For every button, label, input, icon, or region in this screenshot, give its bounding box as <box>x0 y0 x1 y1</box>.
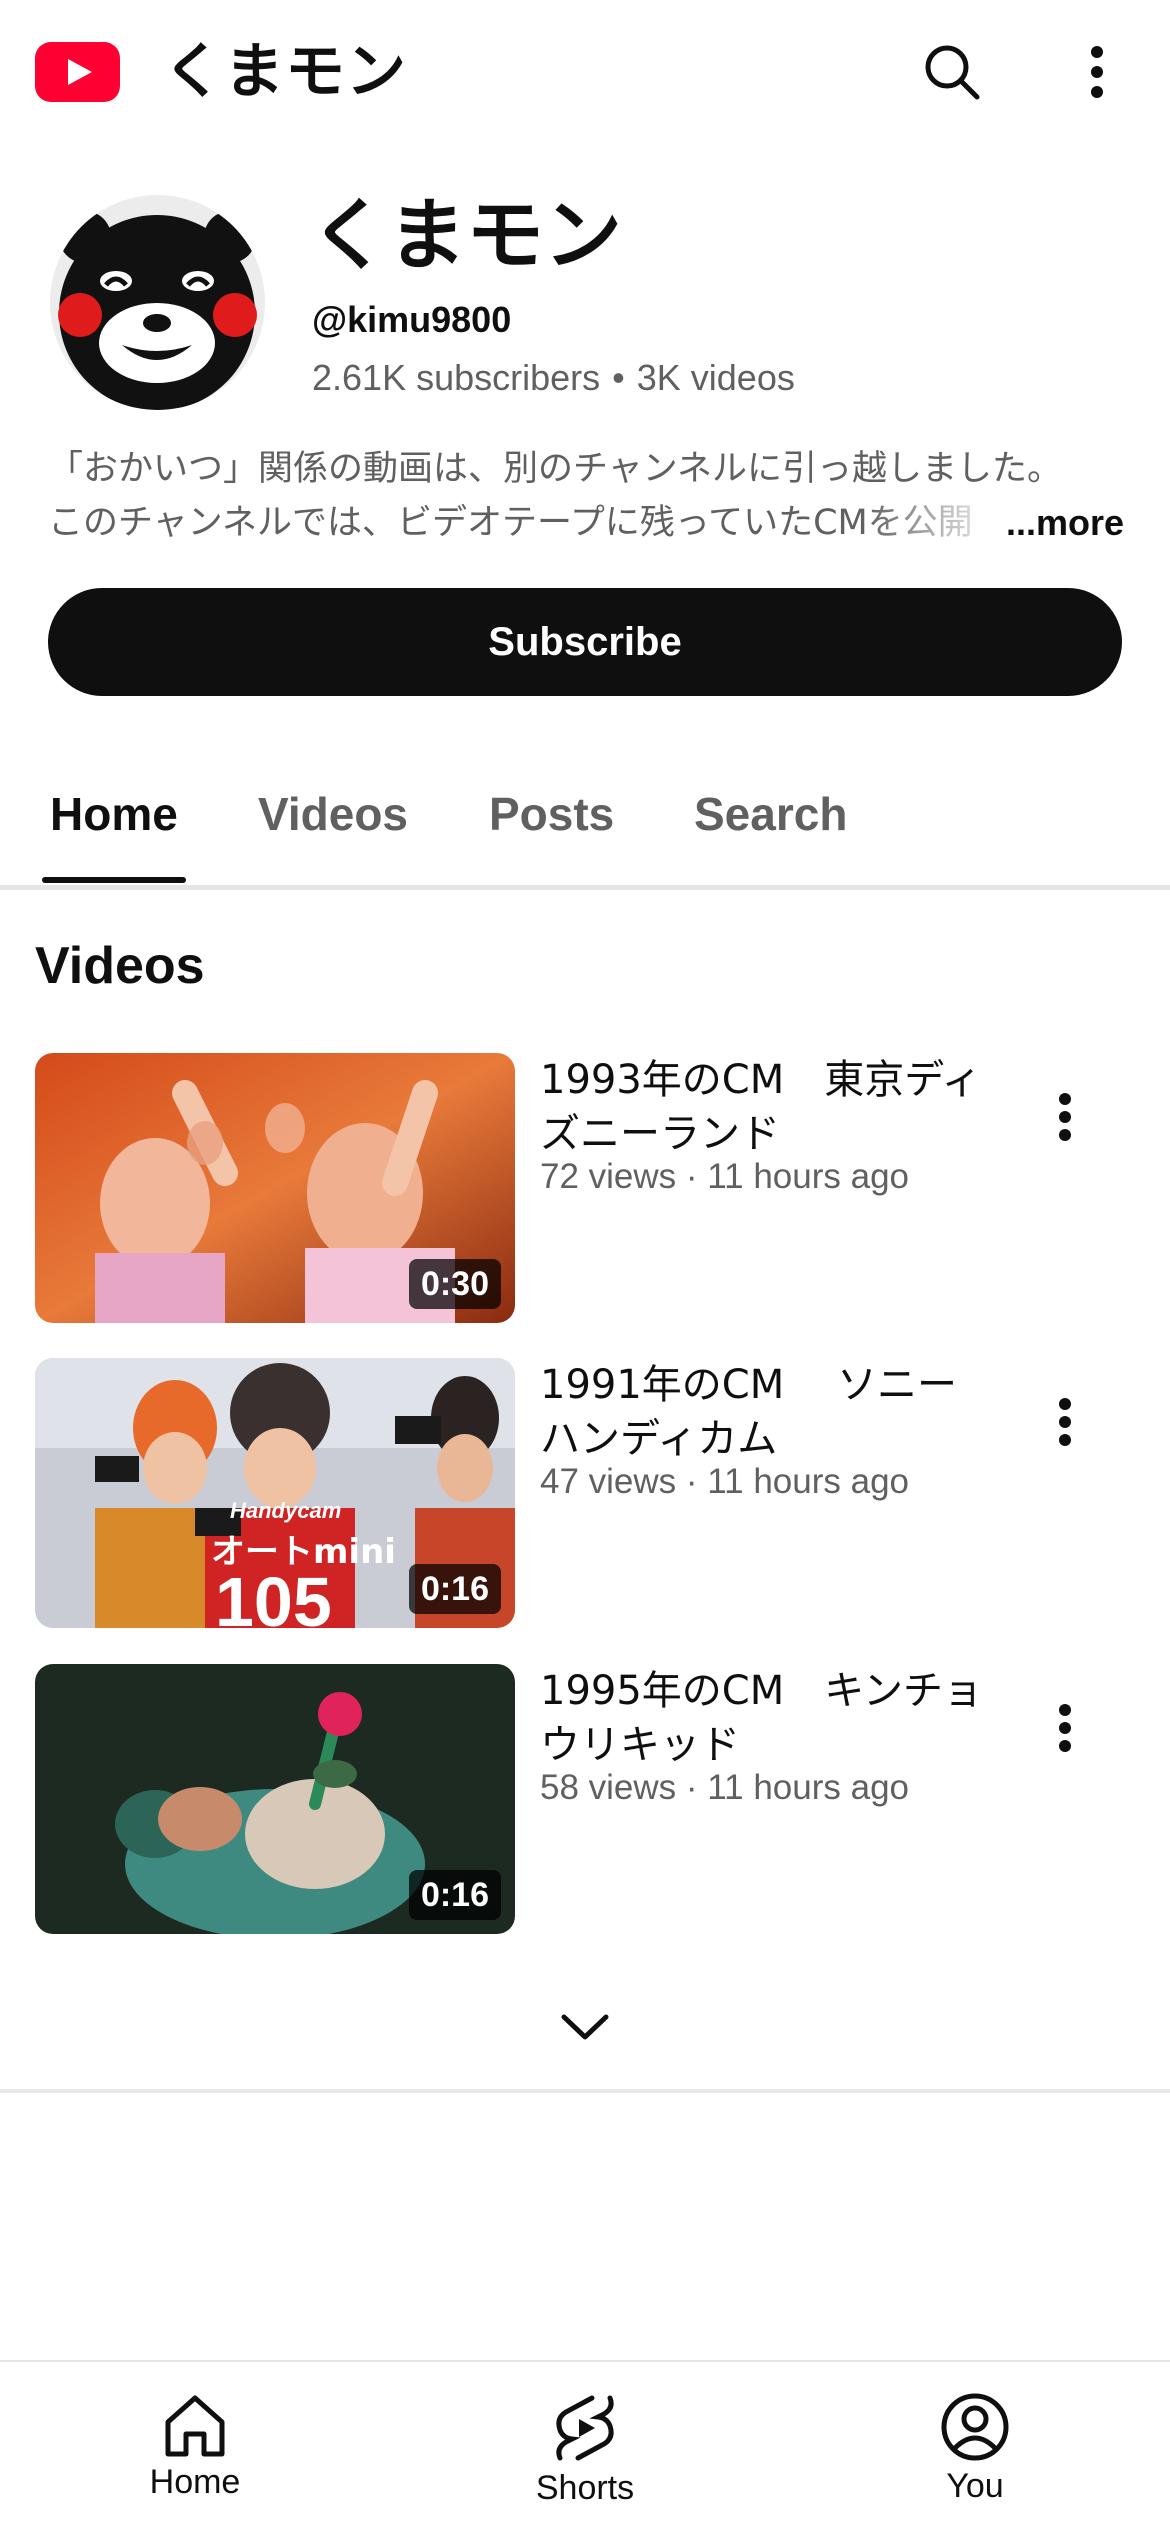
home-icon <box>165 2395 225 2457</box>
video-item[interactable]: 0:16 1995年のCM キンチョウリキッド 58 views · 11 ho… <box>35 1664 1135 1934</box>
more-options-button[interactable] <box>1057 32 1137 112</box>
active-tab-indicator <box>42 877 186 883</box>
channel-tabs: Home Videos Posts Search <box>0 740 1170 890</box>
video-more-button[interactable] <box>1035 1390 1095 1454</box>
video-meta: 47 views · 11 hours ago <box>540 1462 910 1501</box>
video-meta: 58 views · 11 hours ago <box>540 1768 910 1807</box>
more-vert-icon <box>1091 46 1103 98</box>
video-more-button[interactable] <box>1035 1085 1095 1149</box>
subscriber-count: 2.61K subscribers <box>312 357 601 398</box>
section-title: Videos <box>35 937 205 995</box>
channel-avatar[interactable] <box>50 195 265 410</box>
tab-videos[interactable]: Videos <box>258 786 408 842</box>
stats-separator: • <box>612 357 625 398</box>
svg-text:105: 105 <box>215 1563 332 1628</box>
video-thumbnail[interactable]: Handycam オートmini 105 0:16 <box>35 1358 515 1628</box>
video-thumbnail[interactable]: 0:30 <box>35 1053 515 1323</box>
section-divider <box>0 2089 1170 2093</box>
youtube-logo-icon[interactable] <box>35 42 120 102</box>
nav-home[interactable]: Home <box>95 2392 295 2522</box>
video-title[interactable]: 1995年のCM キンチョウリキッド <box>540 1664 990 1772</box>
video-item[interactable]: 0:30 1993年のCM 東京ディズニーランド 72 views · 11 h… <box>35 1053 1135 1323</box>
bottom-navigation: Home Shorts You <box>0 2360 1170 2532</box>
search-button[interactable] <box>912 32 992 112</box>
video-title[interactable]: 1993年のCM 東京ディズニーランド <box>540 1053 990 1161</box>
more-vert-icon <box>1059 1093 1071 1141</box>
svg-text:Handycam: Handycam <box>230 1498 341 1523</box>
video-meta: 72 views · 11 hours ago <box>540 1157 910 1196</box>
video-title[interactable]: 1991年のCM ソニー ハンディカム <box>540 1358 990 1466</box>
tab-home[interactable]: Home <box>50 786 178 842</box>
nav-label: You <box>946 2467 1004 2505</box>
search-icon <box>925 45 980 100</box>
nav-you[interactable]: You <box>875 2392 1075 2522</box>
video-thumbnail[interactable]: 0:16 <box>35 1664 515 1934</box>
video-more-button[interactable] <box>1035 1696 1095 1760</box>
shorts-icon <box>556 2395 614 2461</box>
nav-label: Shorts <box>535 2469 635 2507</box>
channel-name: くまモン <box>310 191 623 281</box>
nav-shorts[interactable]: Shorts <box>485 2392 685 2522</box>
video-item[interactable]: Handycam オートmini 105 0:16 1991年のCM ソニー ハ… <box>35 1358 1135 1628</box>
expand-section-button[interactable] <box>545 1992 625 2062</box>
video-duration: 0:30 <box>408 1259 501 1309</box>
tab-posts[interactable]: Posts <box>489 786 614 842</box>
channel-description[interactable]: 「おかいつ」関係の動画は、別のチャンネルに引っ越しました。 このチャンネルでは、… <box>48 442 1128 550</box>
more-vert-icon <box>1059 1704 1071 1752</box>
channel-stats: 2.61K subscribers • 3K videos <box>312 356 795 400</box>
tab-search[interactable]: Search <box>694 786 847 842</box>
video-duration: 0:16 <box>408 1870 501 1920</box>
description-line: このチャンネルでは、ビデオテープに残っていたCMを公開 <box>48 503 973 543</box>
video-duration: 0:16 <box>408 1564 501 1614</box>
subscribe-button[interactable]: Subscribe <box>48 588 1122 696</box>
top-app-bar: くまモン <box>0 0 1170 150</box>
app-title: くまモン <box>163 37 407 107</box>
description-more-link[interactable]: ...more <box>1006 496 1124 550</box>
description-line: 「おかいつ」関係の動画は、別のチャンネルに引っ越しました。 <box>48 449 1062 489</box>
nav-label: Home <box>149 2463 241 2501</box>
account-icon <box>941 2393 1009 2461</box>
more-vert-icon <box>1059 1398 1071 1446</box>
chevron-down-icon <box>561 2014 609 2040</box>
video-count: 3K videos <box>636 357 795 398</box>
channel-handle: @kimu9800 <box>312 299 512 340</box>
